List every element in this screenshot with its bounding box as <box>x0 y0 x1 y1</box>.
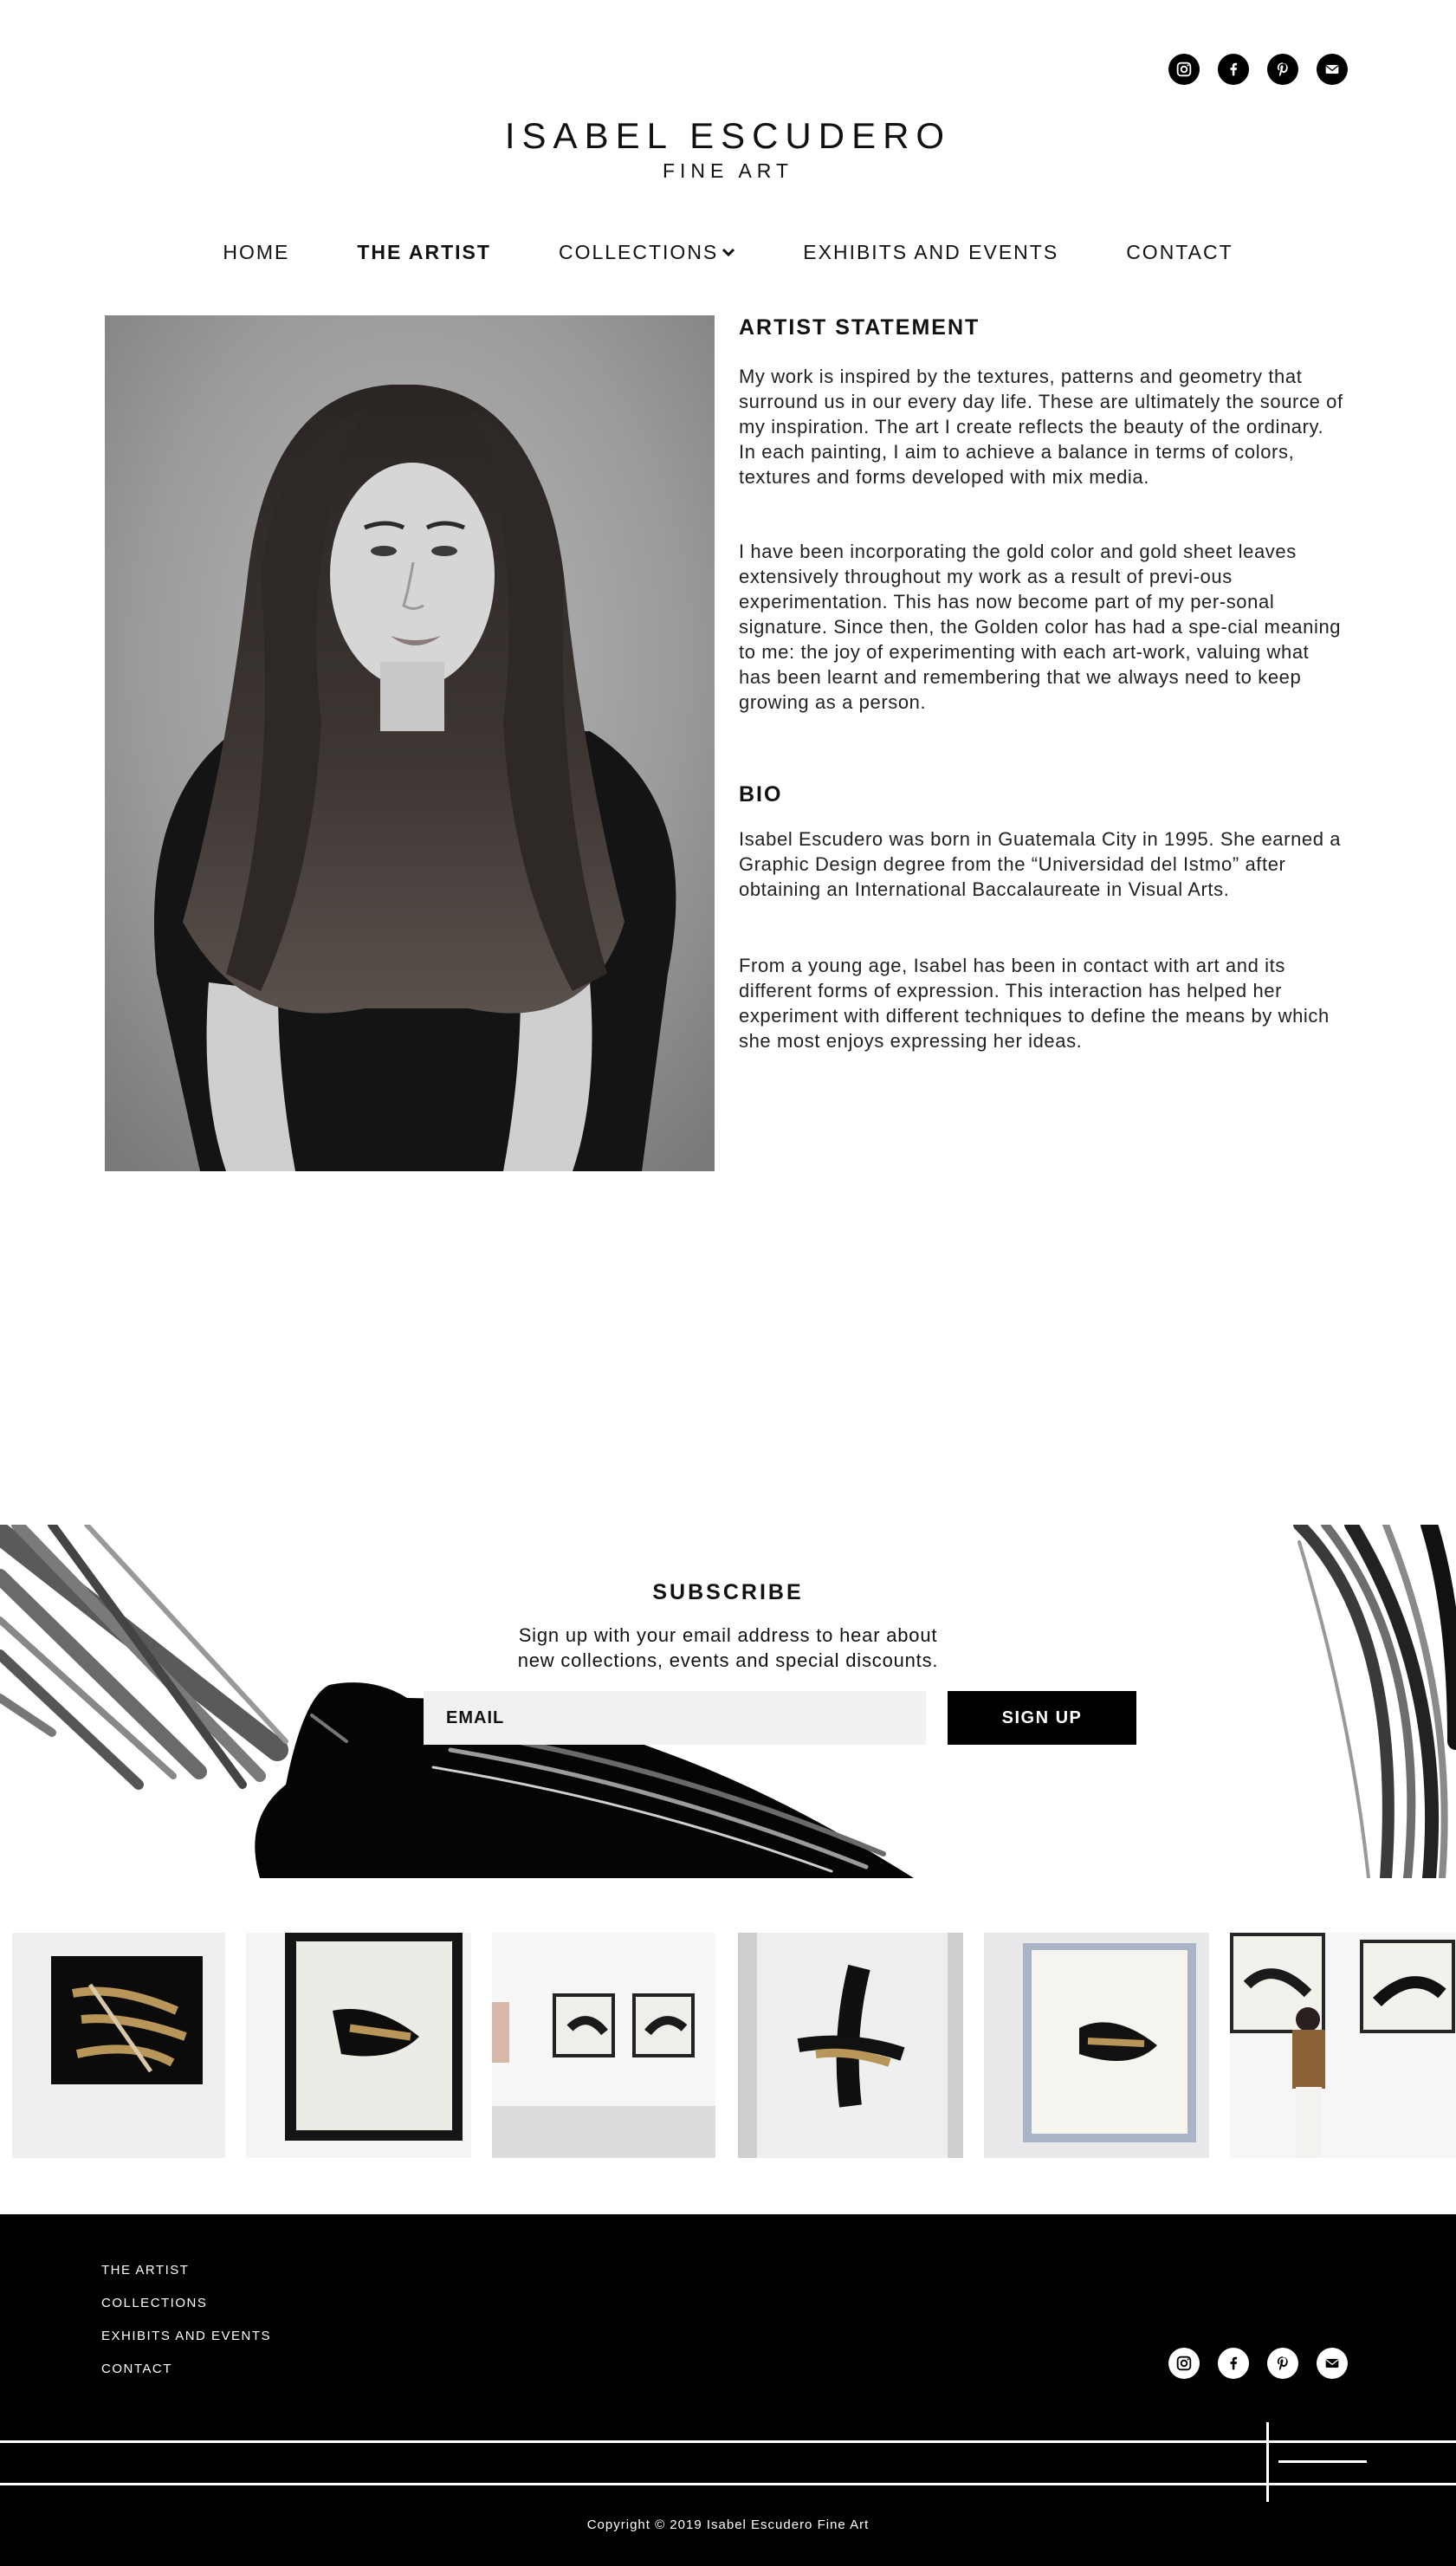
bio-paragraph-1: Isabel Escudero was born in Guatemala Ci… <box>739 828 1342 900</box>
footer-link-exhibits-and-events[interactable]: EXHIBITS AND EVENTS <box>101 2329 271 2343</box>
mail-icon[interactable] <box>1317 54 1348 85</box>
image-gallery <box>0 1933 1456 2158</box>
footer-divider-vertical <box>1266 2422 1269 2502</box>
copyright-text: Copyright © 2019 Isabel Escudero Fine Ar… <box>586 2517 870 2532</box>
nav-collections-label: COLLECTIONS <box>558 241 719 263</box>
footer <box>0 2214 1456 2566</box>
subscribe-line-2: new collections, events and special disc… <box>517 1649 939 1671</box>
artist-portrait <box>105 315 715 1171</box>
nav-home[interactable]: HOME <box>223 241 289 264</box>
footer-link-contact[interactable]: CONTACT <box>101 2362 172 2376</box>
pinterest-icon[interactable] <box>1267 54 1298 85</box>
bio-heading: BIO <box>739 782 783 807</box>
statement-heading: ARTIST STATEMENT <box>739 315 980 340</box>
main-nav: HOME THE ARTIST COLLECTIONS EXHIBITS AND… <box>0 241 1456 264</box>
brand-name[interactable]: ISABEL ESCUDERO <box>0 115 1456 157</box>
subscribe-heading: SUBSCRIBE <box>652 1580 804 1604</box>
subscribe-line-1: Sign up with your email address to hear … <box>518 1624 938 1646</box>
footer-social-icons <box>1168 2348 1348 2379</box>
instagram-icon[interactable] <box>1168 54 1200 85</box>
gallery-image-3[interactable] <box>492 1933 715 2158</box>
email-input[interactable] <box>424 1691 926 1745</box>
brand-subtitle: FINE ART <box>662 159 794 182</box>
gallery-image-1[interactable] <box>12 1933 225 2158</box>
facebook-icon[interactable] <box>1218 2348 1249 2379</box>
nav-collections[interactable]: COLLECTIONS <box>559 241 735 264</box>
footer-divider-top <box>0 2440 1456 2443</box>
subscribe-description: Sign up with your email address to hear … <box>0 1623 1456 1673</box>
nav-exhibits-and-events[interactable]: EXHIBITS AND EVENTS <box>803 241 1058 264</box>
footer-link-the-artist[interactable]: THE ARTIST <box>101 2263 189 2278</box>
footer-divider-bottom <box>0 2483 1456 2485</box>
footer-link-collections[interactable]: COLLECTIONS <box>101 2296 207 2310</box>
chevron-down-icon <box>722 243 735 262</box>
sign-up-button[interactable]: SIGN UP <box>948 1691 1136 1745</box>
gallery-image-2[interactable] <box>246 1933 471 2158</box>
gallery-image-6[interactable] <box>1230 1933 1456 2158</box>
facebook-icon[interactable] <box>1218 54 1249 85</box>
instagram-icon[interactable] <box>1168 2348 1200 2379</box>
pinterest-icon[interactable] <box>1267 2348 1298 2379</box>
footer-divider-accent <box>1278 2460 1367 2463</box>
gallery-image-4[interactable] <box>738 1933 963 2158</box>
mail-icon[interactable] <box>1317 2348 1348 2379</box>
nav-the-artist[interactable]: THE ARTIST <box>357 241 491 264</box>
statement-paragraph-1: My work is inspired by the textures, pat… <box>739 366 1343 488</box>
header-social-icons <box>1168 54 1348 85</box>
nav-contact[interactable]: CONTACT <box>1126 241 1233 264</box>
gallery-image-5[interactable] <box>984 1933 1209 2158</box>
statement-paragraph-2: I have been incorporating the gold color… <box>739 541 1342 713</box>
bio-paragraph-2: From a young age, Isabel has been in con… <box>739 955 1330 1052</box>
